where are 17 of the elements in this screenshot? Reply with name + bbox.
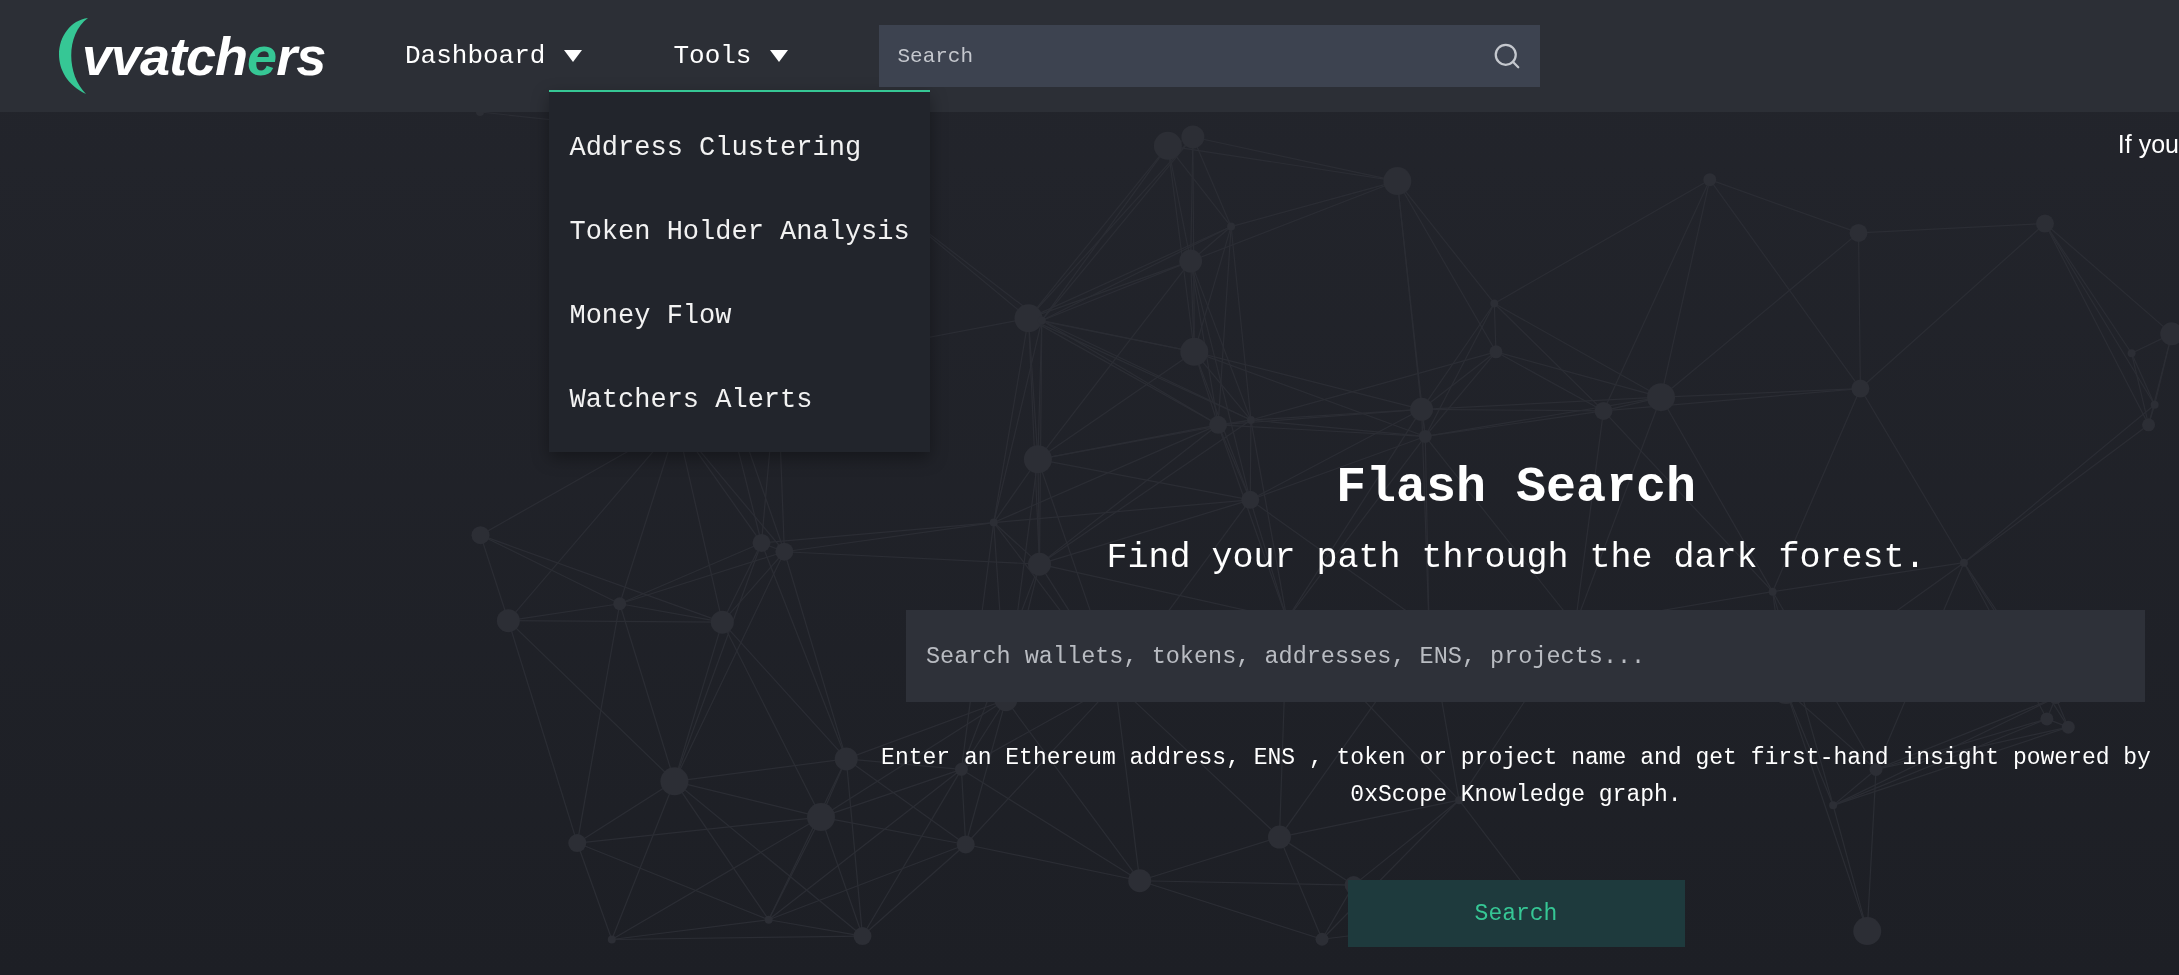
nav-menu-button[interactable]: Dashboard	[405, 41, 584, 71]
nav-menu-button[interactable]: Tools	[673, 41, 790, 71]
menu-item[interactable]: Watchers Alerts	[549, 358, 931, 442]
search-field[interactable]: Search	[879, 25, 1541, 87]
logo-text: vvatchers	[82, 25, 326, 87]
hero-title: Flash Search	[1335, 459, 1697, 516]
watchers-logo[interactable]: vvatchers	[50, 10, 325, 102]
menu-item[interactable]: Money Flow	[549, 274, 931, 358]
notice-text: If you	[2117, 130, 2179, 159]
menu-item[interactable]: Address Clustering	[549, 106, 931, 190]
menu-item[interactable]: Token Holder Analysis	[549, 190, 931, 274]
description-text: Enter an Ethereum address, ENS , token or project name and get first-hand insight powered by 0xScope Knowledge graph.	[880, 744, 2152, 810]
search-field[interactable]: Search wallets, tokens, addresses, ENS, projects...	[906, 610, 2145, 702]
search-button[interactable]: Search	[1347, 880, 1685, 947]
caret-icon	[563, 49, 584, 63]
hero-subtitle: Find your path through the dark forest.	[1106, 538, 1926, 578]
caret-icon	[769, 49, 790, 63]
